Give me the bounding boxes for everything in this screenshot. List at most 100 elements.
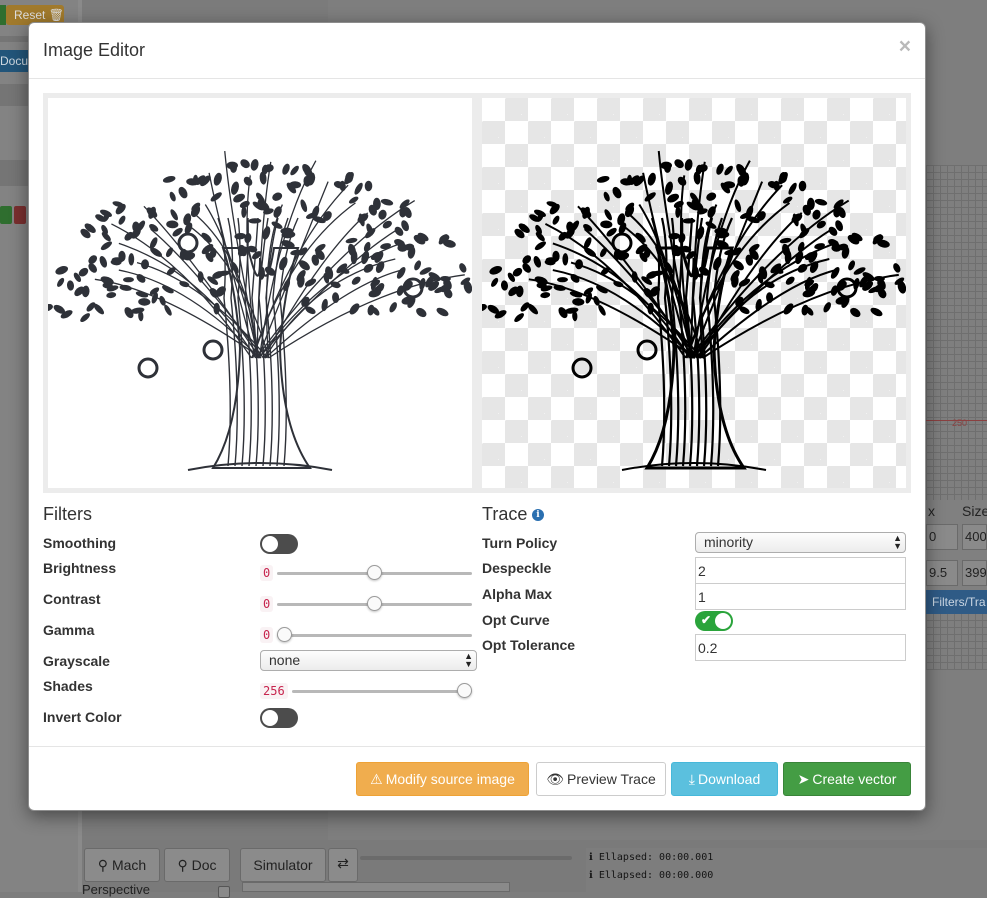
mach-button[interactable]: ⚲ Mach <box>84 848 160 882</box>
download-icon: ⤓ <box>688 771 695 787</box>
turn-policy-select[interactable]: minority ▲ ▼ <box>695 532 906 553</box>
preview-trace-label: Preview Trace <box>567 771 656 787</box>
smoothing-toggle[interactable] <box>260 534 298 554</box>
shades-slider-thumb[interactable] <box>457 683 472 698</box>
trash-icon: 🗑 <box>48 8 64 22</box>
toolbar-divider <box>0 36 30 42</box>
contrast-value: 0 <box>260 596 274 612</box>
check-icon: ✔ <box>701 613 712 627</box>
add-icon[interactable] <box>0 206 12 224</box>
alpha-max-label: Alpha Max <box>482 586 553 602</box>
source-image-preview <box>48 98 472 488</box>
grayscale-select[interactable]: none ▲ ▼ <box>260 650 477 671</box>
select-arrows-icon: ▲ ▼ <box>464 651 473 669</box>
shades-label: Shades <box>43 678 93 694</box>
swap-icon[interactable]: ⇄ <box>328 848 358 882</box>
download-label: Download <box>697 771 761 787</box>
eye-icon: 👁 <box>546 771 565 787</box>
table-cell[interactable]: 399 <box>962 560 987 586</box>
modify-source-image-button[interactable]: ⚠ Modify source image <box>356 762 529 796</box>
tree-illustration <box>48 150 472 471</box>
toggle-knob <box>262 710 278 726</box>
toolbar-row <box>0 160 30 186</box>
preview-frame <box>43 93 911 493</box>
doc-button[interactable]: ⚲ Doc <box>164 848 230 882</box>
gamma-label: Gamma <box>43 622 95 638</box>
simulator-button[interactable]: Simulator <box>240 848 326 882</box>
opt-tolerance-input[interactable]: 0.2 <box>695 634 906 661</box>
toolbar-icon-group <box>0 206 30 224</box>
perspective-checkbox[interactable] <box>218 886 230 898</box>
console-line: ℹ Ellapsed: 00:00.000 <box>586 866 987 884</box>
toggle-knob <box>715 613 731 629</box>
table-cell[interactable]: 400 <box>962 524 987 550</box>
modify-source-image-label: Modify source image <box>385 771 515 787</box>
console-line: ℹ Ellapsed: 00:00.001 <box>586 848 987 866</box>
shades-value: 256 <box>260 683 288 699</box>
contrast-slider-thumb[interactable] <box>367 596 382 611</box>
filters-trace-button[interactable]: Filters/Tra <box>926 590 987 614</box>
document-button[interactable]: Docu <box>0 50 30 72</box>
opt-curve-label: Opt Curve <box>482 612 550 628</box>
image-editor-modal: Image Editor × Filters Smoothing Brightn… <box>28 22 926 811</box>
smoothing-label: Smoothing <box>43 535 117 551</box>
gamma-slider-thumb[interactable] <box>277 627 292 642</box>
table-header-x: x <box>928 503 935 519</box>
console-line-text: Ellapsed: 00:00.001 <box>598 852 714 863</box>
filters-title: Filters <box>43 504 92 524</box>
simulator-slider[interactable] <box>360 856 572 860</box>
info-icon[interactable]: i <box>532 509 544 521</box>
close-icon[interactable]: × <box>899 36 911 57</box>
toolbar-row <box>0 84 30 106</box>
contrast-label: Contrast <box>43 591 101 607</box>
brightness-label: Brightness <box>43 560 117 576</box>
mach-button-label: Mach <box>111 857 147 873</box>
info-icon: ℹ <box>589 852 593 863</box>
doc-button-label: Doc <box>191 857 217 873</box>
preview-trace-button[interactable]: 👁 Preview Trace <box>536 762 666 796</box>
folder-icon[interactable] <box>14 206 26 224</box>
trace-title: Trace <box>482 504 528 524</box>
brightness-slider-thumb[interactable] <box>367 565 382 580</box>
create-vector-button[interactable]: ➤ Create vector <box>783 762 911 796</box>
simulator-button-label: Simulator <box>253 857 313 873</box>
despeckle-input[interactable]: 2 <box>695 557 906 584</box>
invert-color-label: Invert Color <box>43 709 122 725</box>
search-icon: ⚲ <box>177 857 188 873</box>
grayscale-label: Grayscale <box>43 653 110 669</box>
document-button-label: Docu <box>0 54 29 68</box>
opt-tolerance-label: Opt Tolerance <box>482 637 576 653</box>
bottom-tabs[interactable] <box>242 882 510 892</box>
reset-button-label: Reset <box>14 8 46 22</box>
traced-tree-illustration <box>482 150 906 471</box>
grid-axis-label: 250 <box>952 418 968 428</box>
filters-trace-button-label: Filters/Tra <box>932 595 986 609</box>
grayscale-select-value: none <box>269 652 301 668</box>
console-line-text: Ellapsed: 00:00.000 <box>598 870 714 881</box>
turn-policy-label: Turn Policy <box>482 535 558 551</box>
download-button[interactable]: ⤓ Download <box>671 762 778 796</box>
table-cell[interactable]: 9.5 <box>926 560 958 586</box>
console-log: ℹ Ellapsed: 00:00.001 ℹ Ellapsed: 00:00.… <box>586 848 987 892</box>
select-arrows-icon: ▲ ▼ <box>893 533 902 551</box>
despeckle-label: Despeckle <box>482 560 552 576</box>
modal-header: Image Editor × <box>29 23 925 79</box>
table-cell[interactable]: 0 <box>926 524 958 550</box>
info-icon: ℹ <box>589 870 593 881</box>
gamma-value: 0 <box>260 627 274 643</box>
opt-curve-toggle[interactable]: ✔ <box>695 611 733 631</box>
toggle-knob <box>262 536 278 552</box>
search-icon: ⚲ <box>97 857 109 873</box>
shades-slider[interactable] <box>292 690 472 693</box>
send-icon: ➤ <box>797 771 810 787</box>
alpha-max-input[interactable]: 1 <box>695 583 906 610</box>
table-header-size: Size <box>962 503 987 519</box>
perspective-label: Perspective <box>82 882 150 897</box>
create-vector-label: Create vector <box>812 771 897 787</box>
modal-footer <box>29 746 925 747</box>
modal-title: Image Editor <box>43 40 146 60</box>
warning-icon: ⚠ <box>370 771 383 787</box>
gamma-slider[interactable] <box>277 634 472 637</box>
invert-color-toggle[interactable] <box>260 708 298 728</box>
turn-policy-select-value: minority <box>704 534 754 550</box>
